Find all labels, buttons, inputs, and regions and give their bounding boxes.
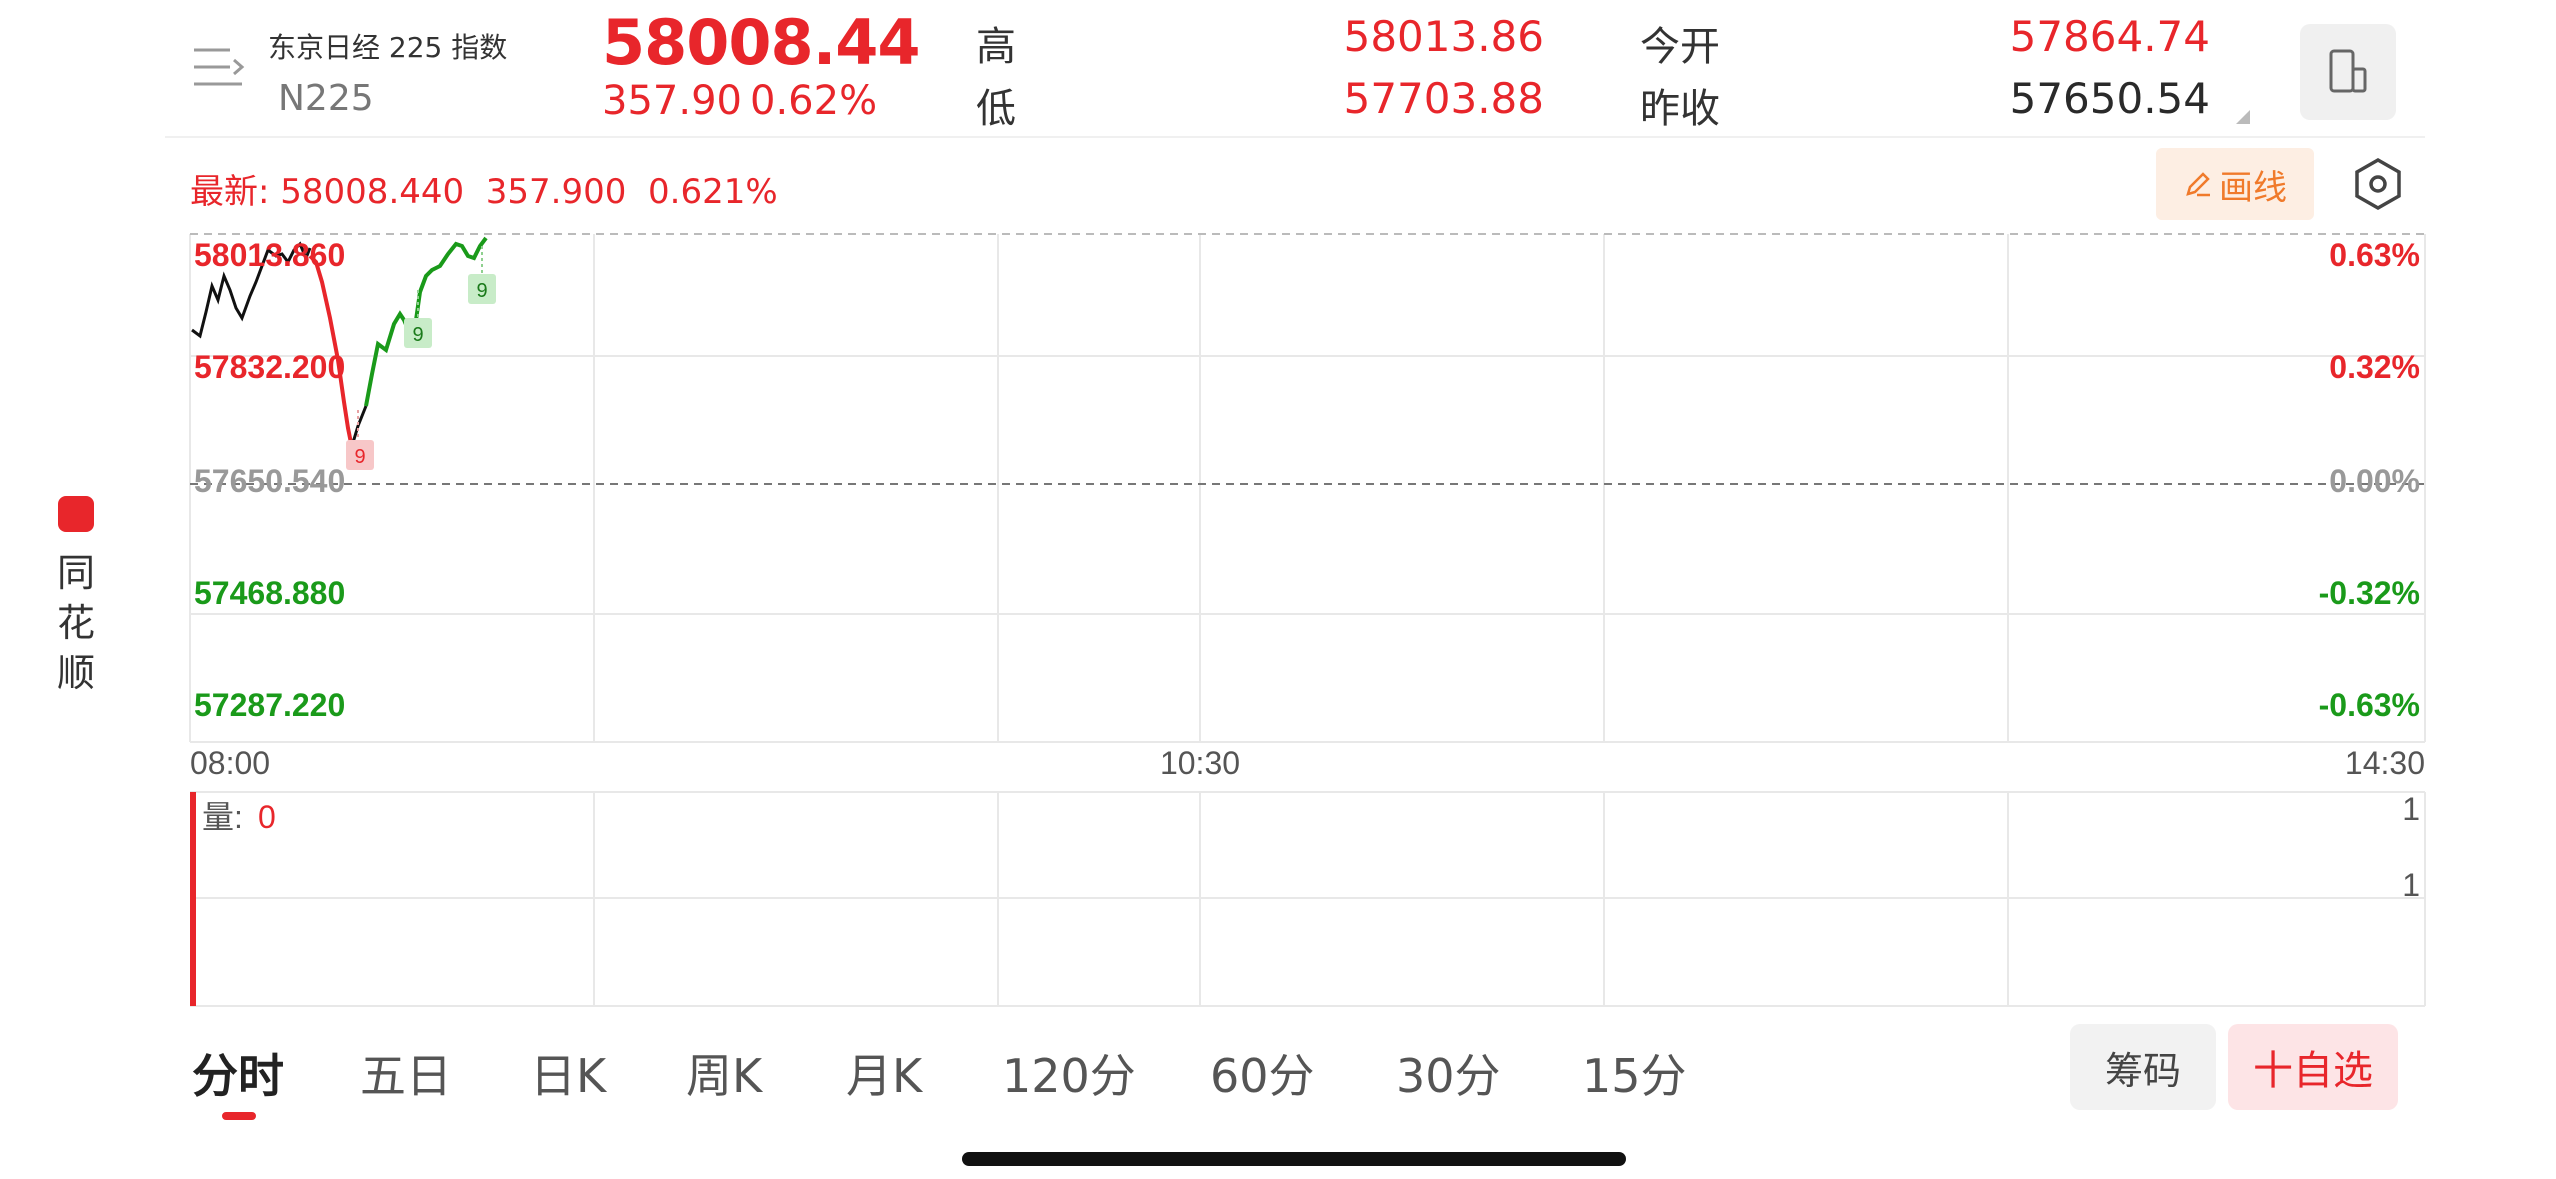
tab-weekly-k[interactable]: 周K	[686, 1040, 762, 1106]
marker-badge-green-2: 9	[468, 246, 496, 304]
volume-axis-label-2: 1	[2402, 867, 2420, 903]
volume-grid	[190, 791, 2426, 1007]
home-indicator[interactable]	[962, 1152, 1626, 1166]
volume-axis-label-1: 1	[2402, 791, 2420, 827]
pct-axis-label-1: 0.63%	[2329, 237, 2420, 273]
pct-axis-label-4: -0.32%	[2319, 575, 2420, 611]
price-axis-label-1: 58013.860	[194, 237, 345, 273]
volume-value: 0	[258, 799, 276, 835]
pct-axis-label-2: 0.32%	[2329, 349, 2420, 385]
volume-bar	[190, 792, 196, 1006]
tab-30min[interactable]: 30分	[1396, 1040, 1501, 1106]
tab-60min[interactable]: 60分	[1210, 1040, 1315, 1106]
price-axis-label-3: 57650.540	[194, 463, 345, 499]
pct-axis-label-3: 0.00%	[2329, 463, 2420, 499]
marker-badge-green-1: 9	[404, 290, 432, 348]
time-label-start: 08:00	[190, 745, 270, 781]
svg-text:9: 9	[412, 324, 423, 346]
price-grid	[189, 234, 2426, 743]
add-to-watchlist-button[interactable]: 十自选	[2228, 1024, 2398, 1110]
tab-monthly-k[interactable]: 月K	[846, 1040, 922, 1106]
svg-text:9: 9	[476, 280, 487, 302]
svg-text:9: 9	[354, 446, 365, 468]
pct-axis-label-5: -0.63%	[2319, 687, 2420, 723]
time-label-mid: 10:30	[1160, 745, 1240, 781]
price-axis-label-4: 57468.880	[194, 575, 345, 611]
price-axis-label-5: 57287.220	[194, 687, 345, 723]
tab-120min[interactable]: 120分	[1002, 1040, 1136, 1106]
intraday-chart[interactable]: 9 9 9 58013.860 57832.200 57650.540 5746…	[0, 0, 2556, 1179]
chips-button[interactable]: 筹码	[2070, 1024, 2216, 1110]
tab-daily-k[interactable]: 日K	[530, 1040, 606, 1106]
time-label-end: 14:30	[2345, 745, 2425, 781]
tab-five-day[interactable]: 五日	[360, 1040, 452, 1106]
volume-label: 量:	[202, 799, 243, 835]
active-tab-indicator	[222, 1112, 256, 1120]
price-axis-label-2: 57832.200	[194, 349, 345, 385]
tab-intraday[interactable]: 分时	[192, 1040, 284, 1106]
tab-15min[interactable]: 15分	[1582, 1040, 1687, 1106]
